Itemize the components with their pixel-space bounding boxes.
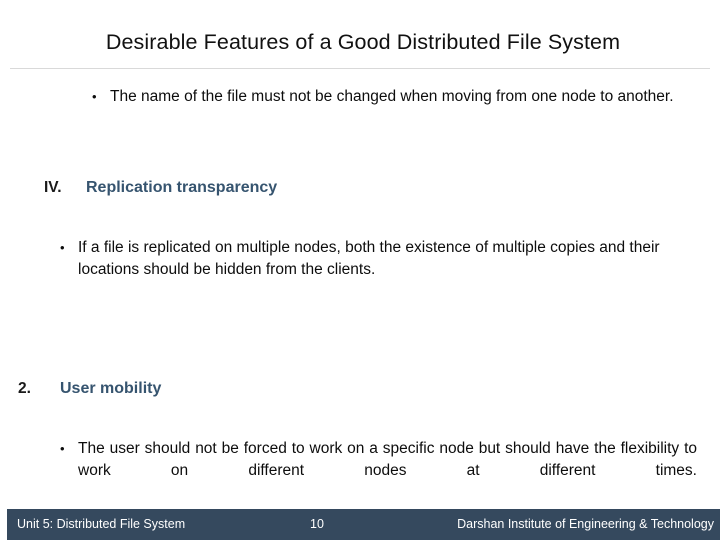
bullet-icon: • [92,89,97,104]
heading-label: User mobility [60,380,162,397]
footer-unit-label: Unit 5: Distributed File System [17,517,186,531]
list-item-text: If a file is replicated on multiple node… [78,239,660,278]
footer-institute-name: Darshan Institute of Engineering & Techn… [457,517,714,531]
footer-page-number: 10 [310,517,324,531]
bullet-icon: • [60,240,65,255]
list-item-text: The name of the file must not be changed… [110,88,674,105]
bullet-icon: • [60,441,65,456]
title-divider [10,68,710,69]
heading-label: Replication transparency [86,179,278,196]
list-item: • If a file is replicated on multiple no… [60,237,697,281]
heading-user-mobility: 2. User mobility [18,377,418,400]
slide-footer: Unit 5: Distributed File System 10 Darsh… [7,509,720,540]
page-title: Desirable Features of a Good Distributed… [105,30,621,54]
list-item: • The name of the file must not be chang… [92,86,696,108]
heading-replication-transparency: IV. Replication transparency [44,176,444,199]
list-item: • The user should not be forced to work … [60,438,697,504]
slide-body: • The name of the file must not be chang… [0,84,720,504]
list-item-text: The user should not be forced to work on… [78,440,697,479]
heading-number: 2. [18,380,31,397]
heading-number: IV. [44,179,62,196]
